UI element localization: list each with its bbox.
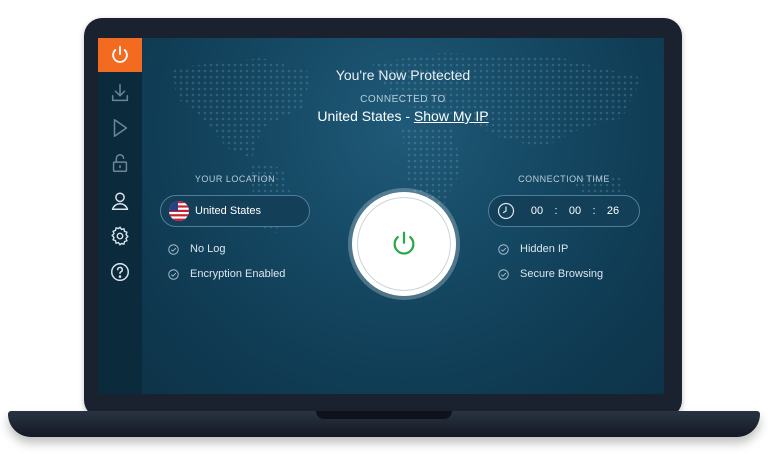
timer-seconds: 26 <box>606 205 620 217</box>
connect-power-button[interactable] <box>352 192 456 296</box>
connected-country: United States <box>317 108 402 124</box>
sidebar-item-help[interactable] <box>98 255 142 289</box>
main-panel: You're Now Protected CONNECTED TO United… <box>142 38 664 394</box>
connected-to-label: CONNECTED TO <box>360 94 446 105</box>
sidebar-item-account[interactable] <box>98 184 142 218</box>
timer-separator: : <box>554 205 558 217</box>
feature-no-log: No Log <box>168 243 225 255</box>
feature-encryption: Encryption Enabled <box>168 268 285 280</box>
timer-separator: : <box>592 205 596 217</box>
connection-time-label: CONNECTION TIME <box>518 174 610 184</box>
status-title: You're Now Protected <box>335 67 471 83</box>
feature-label: Hidden IP <box>520 243 569 255</box>
sidebar <box>98 38 142 394</box>
feature-label: Encryption Enabled <box>190 268 286 280</box>
download-icon <box>111 84 129 102</box>
play-icon <box>113 119 128 137</box>
location-selector[interactable]: United States <box>160 195 310 227</box>
feature-label: Secure Browsing <box>520 268 604 280</box>
feature-label: No Log <box>190 243 226 255</box>
sidebar-item-power[interactable] <box>98 38 142 72</box>
sidebar-item-settings[interactable] <box>98 219 142 253</box>
timer-minutes: 00 <box>568 205 582 217</box>
check-circle-icon <box>168 243 179 255</box>
power-icon <box>393 231 415 255</box>
sidebar-item-play[interactable] <box>98 111 142 145</box>
check-circle-icon <box>498 268 509 280</box>
show-my-ip-link[interactable]: Show My IP <box>414 108 489 124</box>
feature-hidden-ip: Hidden IP <box>498 243 568 255</box>
check-circle-icon <box>498 243 509 255</box>
clock-icon <box>497 202 515 220</box>
sidebar-item-lock[interactable] <box>98 146 142 180</box>
app-window: You're Now Protected CONNECTED TO United… <box>98 38 664 394</box>
us-flag-icon <box>169 201 189 221</box>
user-icon <box>111 192 129 210</box>
sidebar-item-download[interactable] <box>98 76 142 110</box>
connected-country-line: United States - Show My IP <box>142 108 664 124</box>
feature-secure-browsing: Secure Browsing <box>498 268 603 280</box>
your-location-label: YOUR LOCATION <box>194 174 276 184</box>
power-button-ring <box>357 197 451 291</box>
check-circle-icon <box>168 268 179 280</box>
gear-icon <box>111 226 129 246</box>
laptop-notch <box>316 411 452 419</box>
country-separator: - <box>401 108 414 124</box>
lock-icon <box>112 154 128 172</box>
timer-hours: 00 <box>530 205 544 217</box>
connection-timer: 00 : 00 : 26 <box>488 195 640 227</box>
power-icon <box>112 45 128 63</box>
help-icon <box>111 263 129 281</box>
location-value: United States <box>195 205 262 217</box>
